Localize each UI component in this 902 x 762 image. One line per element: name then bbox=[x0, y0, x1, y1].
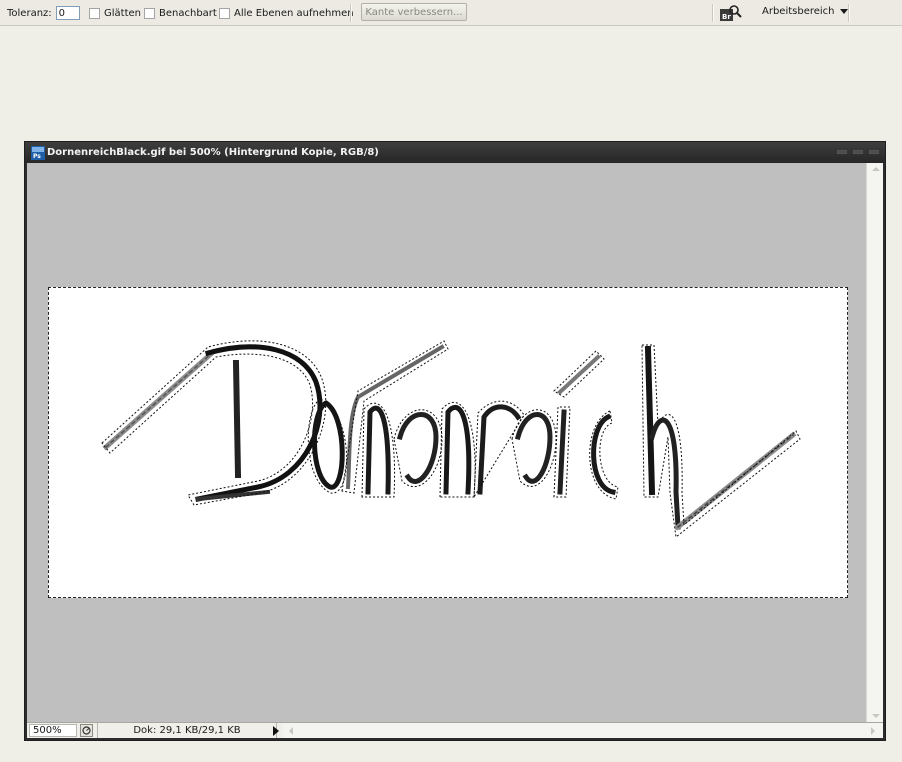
workspace-menu[interactable]: Arbeitsbereich bbox=[762, 0, 848, 22]
all-layers-option[interactable]: Alle Ebenen aufnehmen bbox=[219, 0, 354, 26]
all-layers-label: Alle Ebenen aufnehmen bbox=[234, 7, 354, 19]
document-titlebar[interactable]: Ps DornenreichBlack.gif bei 500% (Hinter… bbox=[25, 142, 885, 163]
contiguous-label: Benachbart bbox=[159, 7, 217, 19]
document-window: Ps DornenreichBlack.gif bei 500% (Hinter… bbox=[24, 141, 886, 741]
antialias-option[interactable]: Glätten bbox=[89, 0, 141, 26]
scroll-up-icon[interactable] bbox=[872, 167, 880, 171]
document-title: DornenreichBlack.gif bei 500% (Hintergru… bbox=[47, 147, 379, 158]
options-bar: Toleranz: 0 Glätten Benachbart Alle Eben… bbox=[0, 0, 902, 26]
maximize-button[interactable] bbox=[853, 150, 863, 154]
antialias-label: Glätten bbox=[104, 7, 141, 19]
canvas-area[interactable] bbox=[27, 163, 866, 722]
tolerance-input[interactable]: 0 bbox=[55, 6, 80, 20]
refine-edge-button[interactable]: Kante verbessern... bbox=[361, 3, 467, 21]
status-menu-arrow-icon[interactable] bbox=[273, 726, 279, 736]
contiguous-option[interactable]: Benachbart bbox=[144, 0, 217, 26]
antialias-checkbox[interactable] bbox=[89, 7, 100, 19]
all-layers-checkbox[interactable] bbox=[219, 7, 230, 19]
photoshop-document-icon: Ps bbox=[31, 146, 45, 160]
minimize-button[interactable] bbox=[837, 150, 847, 154]
status-bar: 500% Dok: 29,1 KB/29,1 KB bbox=[27, 722, 883, 738]
selection-marquee bbox=[48, 287, 848, 598]
image-canvas[interactable] bbox=[48, 287, 848, 598]
tolerance-label: Toleranz: bbox=[7, 7, 52, 19]
scroll-down-icon[interactable] bbox=[872, 714, 880, 718]
toolbar-divider bbox=[350, 4, 352, 22]
vertical-scrollbar[interactable] bbox=[866, 163, 883, 722]
document-size-info: Dok: 29,1 KB/29,1 KB bbox=[97, 723, 277, 738]
zoom-field[interactable]: 500% bbox=[29, 724, 77, 737]
contiguous-checkbox[interactable] bbox=[144, 7, 155, 19]
status-info-icon[interactable] bbox=[80, 724, 93, 737]
caret-down-icon bbox=[839, 8, 848, 14]
toolbar-divider bbox=[712, 4, 714, 22]
workspace-label: Arbeitsbereich bbox=[762, 5, 835, 17]
bridge-search-icon: Br bbox=[720, 5, 742, 21]
bridge-icon-text: Br bbox=[722, 13, 731, 21]
horizontal-scrollbar[interactable] bbox=[283, 723, 883, 738]
bridge-button[interactable]: Br bbox=[719, 3, 743, 23]
tolerance-group: Toleranz: 0 bbox=[7, 0, 80, 26]
ps-icon-text: Ps bbox=[33, 153, 41, 160]
close-button[interactable] bbox=[869, 150, 879, 154]
toolbar-divider bbox=[848, 4, 850, 22]
scroll-right-icon[interactable] bbox=[871, 727, 875, 735]
scroll-left-icon[interactable] bbox=[289, 727, 293, 735]
